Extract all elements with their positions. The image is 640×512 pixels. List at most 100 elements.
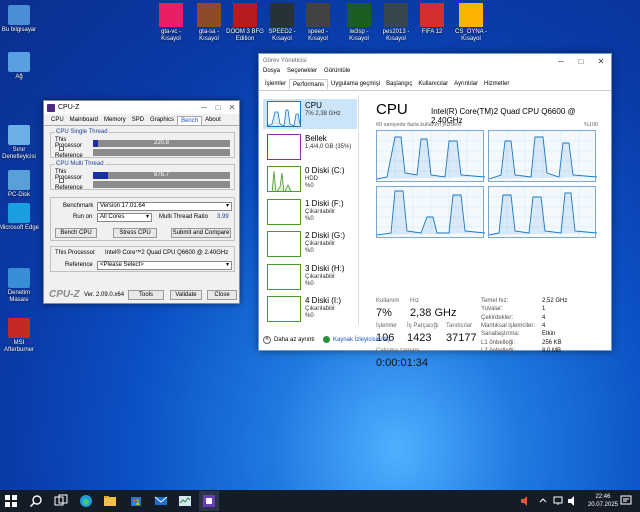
desktop-icon[interactable]: Microsoft Edge: [0, 203, 40, 232]
cpuz-tab-about[interactable]: About: [202, 116, 224, 125]
desktop-icon-label: speed - Kısayol: [307, 29, 328, 42]
sidebar-item[interactable]: 2 Diski (G:) Çıkarılabilir %0: [263, 229, 357, 259]
sidebar-item-name: 2 Diski (G:): [305, 231, 345, 240]
sidebar-item-name: Bellek: [305, 133, 327, 143]
sidebar-item[interactable]: 3 Diski (H:) Çıkarılabilir %0: [263, 262, 357, 292]
sidebar-item[interactable]: 4 Diski (I:) Çıkarılabilir %0: [263, 294, 357, 324]
minimize-icon[interactable]: ─: [551, 57, 571, 66]
desktop-icon[interactable]: MSI Afterburner: [0, 318, 40, 354]
desktop-icon[interactable]: CS_OYNA - Kısayol: [452, 3, 490, 43]
taskbar-clock[interactable]: 22:46 20.07.2025: [588, 493, 618, 509]
cpuz-title: CPU-Z: [58, 104, 80, 111]
cpuz-tab-cpu[interactable]: CPU: [48, 116, 67, 125]
stress-cpu-button[interactable]: Stress CPU: [113, 228, 157, 238]
minimize-icon[interactable]: ─: [197, 103, 211, 112]
submit-compare-button[interactable]: Submit and Compare: [171, 228, 231, 238]
sidebar-item[interactable]: CPU 7% 2,38 GHz: [263, 99, 357, 129]
desktop-icon[interactable]: iw3sp - Kısayol: [340, 3, 378, 43]
sidebar-thumbnail: [267, 133, 301, 160]
desktop-icon-label: Denetim Masası: [7, 290, 31, 303]
mail-icon[interactable]: [154, 494, 168, 508]
tab-1[interactable]: Performans: [289, 79, 329, 90]
store-icon[interactable]: [129, 494, 143, 508]
windows-start-icon[interactable]: [4, 494, 18, 508]
multi-ref-checkbox[interactable]: [59, 177, 64, 183]
taskbar: 22:46 20.07.2025: [0, 490, 640, 512]
menu-item[interactable]: Görüntüle: [324, 68, 350, 79]
single-this-value: 220.8: [153, 139, 169, 146]
task-manager-taskbar-icon[interactable]: [178, 494, 192, 508]
desktop-icon[interactable]: speed - Kısayol: [299, 3, 337, 43]
cpuz-tab-spd[interactable]: SPD: [129, 116, 147, 125]
reference-select[interactable]: <Please Select>: [97, 261, 232, 270]
cpuz-taskbar-icon[interactable]: [202, 494, 216, 508]
detail-label: Temel hız:: [481, 298, 509, 304]
benchmark-select[interactable]: Version 17.01.64: [97, 202, 232, 211]
notification-icon[interactable]: [620, 495, 632, 507]
file-explorer-icon[interactable]: [103, 494, 117, 508]
desktop-icon[interactable]: PC-Disk: [0, 170, 40, 199]
close-icon[interactable]: ✕: [591, 57, 611, 66]
desktop-icon[interactable]: gta-sa - Kısayol: [190, 3, 228, 43]
desktop-icon[interactable]: DOOM 3 BFG Edition: [226, 3, 264, 43]
task-view-icon[interactable]: [54, 494, 68, 508]
resource-monitor-link[interactable]: Kaynak İzleyicisini Aç: [323, 336, 390, 343]
desktop-icon[interactable]: Ağ: [0, 52, 40, 81]
desktop-icon[interactable]: Denetim Masası: [0, 268, 40, 304]
single-ref-checkbox[interactable]: [59, 145, 64, 151]
maximize-icon[interactable]: □: [571, 57, 591, 66]
speed-label: Hız: [410, 298, 419, 304]
tab-3[interactable]: Başlangıç: [383, 79, 415, 90]
cpuz-tab-memory[interactable]: Memory: [101, 116, 129, 125]
tab-0[interactable]: İşlemler: [262, 79, 289, 90]
tab-6[interactable]: Hizmetler: [481, 79, 512, 90]
desktop-icon[interactable]: pes2013 - Kısayol: [377, 3, 415, 43]
cpuz-tab-mainboard[interactable]: Mainboard: [67, 116, 101, 125]
desktop-icon-label: Sınır Denetleyicisi: [2, 147, 36, 160]
network-icon[interactable]: [552, 495, 564, 507]
cpuz-titlebar[interactable]: CPU-Z ─ □ ✕: [44, 101, 239, 114]
sidebar-thumbnail: [267, 166, 301, 192]
detail-value: 256 KB: [542, 339, 562, 346]
tab-5[interactable]: Ayrıntılar: [451, 79, 481, 90]
single-ref-row: Reference: [55, 145, 230, 159]
cpuz-tab-bench[interactable]: Bench: [177, 116, 203, 125]
runon-select[interactable]: All Cores: [97, 213, 152, 222]
bench-cpu-button[interactable]: Bench CPU: [55, 228, 97, 238]
processor-group: This Processor Intel® Core™2 Quad CPU Q6…: [50, 246, 235, 272]
cpuz-tab-graphics[interactable]: Graphics: [147, 116, 177, 125]
search-icon[interactable]: [29, 494, 43, 508]
edge-icon[interactable]: [79, 494, 93, 508]
sidebar-item-subtitle: 1,4/4,0 GB (35%): [305, 143, 352, 150]
sidebar-item-name: 1 Diski (F:): [305, 198, 344, 208]
sidebar-item[interactable]: 0 Diski (C:) HDD %0: [263, 164, 357, 194]
sidebar-item-value: %0: [305, 215, 314, 222]
tab-2[interactable]: Uygulama geçmişi: [328, 79, 383, 90]
sidebar-item[interactable]: 1 Diski (F:) Çıkarılabilir %0: [263, 197, 357, 227]
speaker-icon[interactable]: [520, 495, 530, 507]
sidebar-item-subtitle: 7% 2,38 GHz: [305, 111, 341, 117]
chevron-up-icon[interactable]: [538, 496, 548, 506]
sidebar-item-value: %0: [305, 280, 314, 287]
volume-icon[interactable]: [567, 495, 579, 507]
validate-button[interactable]: Validate: [170, 290, 202, 300]
ratio-label: Multi Thread Ratio: [159, 214, 208, 220]
sidebar-item[interactable]: Bellek 1,4/4,0 GB (35%): [263, 132, 357, 162]
desktop-icon[interactable]: Bu bilgisayar: [0, 5, 40, 34]
maximize-icon[interactable]: □: [211, 103, 225, 112]
desktop-icon[interactable]: FIFA 12: [413, 3, 451, 36]
desktop-icon[interactable]: Sınır Denetleyicisi: [0, 125, 40, 161]
shortcut-icon: [8, 5, 30, 25]
menu-item[interactable]: Seçenekler: [287, 68, 317, 79]
close-button[interactable]: Close: [207, 290, 237, 300]
less-details-link[interactable]: ˄ Daha az ayrıntı: [263, 336, 315, 344]
menu-item[interactable]: Dosya: [263, 68, 280, 79]
graph-max: %100: [584, 122, 599, 128]
single-ref-label: Reference: [55, 152, 83, 159]
task-manager-titlebar[interactable]: Görev Yöneticisi ─ □ ✕: [259, 54, 611, 68]
tools-button[interactable]: Tools: [128, 290, 164, 300]
tab-4[interactable]: Kullanıcılar: [415, 79, 451, 90]
desktop-icon[interactable]: gta-vc - Kısayol: [152, 3, 190, 43]
desktop-icon[interactable]: SPEED2 - Kısayol: [263, 3, 301, 43]
close-icon[interactable]: ✕: [225, 103, 239, 112]
